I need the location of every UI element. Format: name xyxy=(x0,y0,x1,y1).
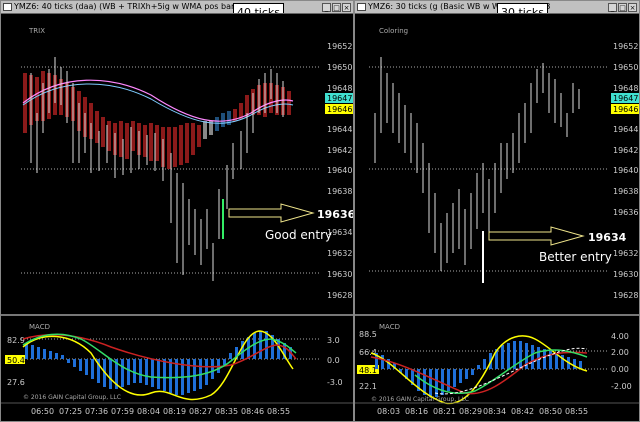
price-label: 19640 xyxy=(613,166,638,175)
price-bars xyxy=(374,57,580,271)
maximize-icon[interactable]: □ xyxy=(332,3,341,12)
right-chart-window[interactable]: YMZ6: 30 ticks (g (Basic WB w WMA hook) … xyxy=(354,0,640,422)
price-label: 19648 xyxy=(613,84,638,93)
time-label: 08:27 xyxy=(189,407,212,416)
macd-left-axis-label: 27.6 xyxy=(7,378,25,387)
macd-left-axis-label: 22.1 xyxy=(359,382,377,391)
time-label: 08:35 xyxy=(215,407,238,416)
chart-window-icon xyxy=(357,3,366,11)
price-label: 19628 xyxy=(327,291,352,300)
macd-left-axis-label: 50.4 xyxy=(7,356,25,365)
left-chart-canvas[interactable]: TRIX 19652 19650 19648 19646 19644 19642… xyxy=(1,13,354,422)
macd-left-axis-label: 82.9 xyxy=(7,336,25,345)
right-annotation: Better entry xyxy=(539,250,612,264)
price-label: 19642 xyxy=(613,146,638,155)
price-label: 19650 xyxy=(327,63,352,72)
macd-left-axis-label: 66.4 xyxy=(359,348,377,357)
macd-white-line xyxy=(434,347,588,395)
price-label: 19632 xyxy=(327,249,352,258)
time-label: 07:36 xyxy=(85,407,108,416)
price-label: 19650 xyxy=(613,63,638,72)
left-macd-label: MACD xyxy=(29,323,50,331)
macd-right-axis-label: 4.00 xyxy=(611,332,629,341)
price-label: 19652 xyxy=(613,42,638,51)
price-label: 19638 xyxy=(613,187,638,196)
price-label: 19632 xyxy=(613,249,638,258)
time-label: 08:50 xyxy=(539,407,562,416)
time-label: 08:19 xyxy=(163,407,186,416)
right-main-label: Coloring xyxy=(379,27,408,35)
macd-signal-red xyxy=(370,351,588,395)
time-label: 08:21 xyxy=(433,407,456,416)
trix-neutral-bars xyxy=(203,121,213,139)
price-label: 19628 xyxy=(613,291,638,300)
time-label: 08:29 xyxy=(459,407,482,416)
time-label: 08:46 xyxy=(241,407,264,416)
left-window-title: YMZ6: 40 ticks (daa) (WB + TRIXh+5ig w W… xyxy=(14,2,255,11)
right-big-price: 19634 xyxy=(588,231,627,244)
price-label: 19642 xyxy=(327,146,352,155)
macd-right-axis-label: -3.0 xyxy=(327,378,343,387)
left-annotation: Good entry xyxy=(265,228,332,242)
time-label: 08:03 xyxy=(377,407,400,416)
price-tag-cyan-label: 19647 xyxy=(613,94,638,103)
price-label: 19636 xyxy=(613,208,638,217)
right-copyright: © 2016 GAIN Capital Group, LLC xyxy=(371,396,469,403)
price-label: 19648 xyxy=(327,84,352,93)
right-macd-label: MACD xyxy=(379,323,400,331)
macd-right-axis-label: 0.0 xyxy=(327,356,340,365)
macd-right-axis-label: 0.00 xyxy=(611,365,629,374)
close-icon[interactable]: × xyxy=(628,3,637,12)
time-label: 07:25 xyxy=(59,407,82,416)
left-big-price: 19636 xyxy=(317,208,354,221)
macd-right-axis-label: -2.00 xyxy=(611,382,632,391)
trix-bars xyxy=(23,71,291,169)
macd-histogram xyxy=(25,331,292,395)
entry-arrow xyxy=(488,226,585,246)
price-tag-yellow-label: 19646 xyxy=(327,105,352,114)
time-label: 08:55 xyxy=(565,407,588,416)
minimize-icon[interactable]: _ xyxy=(608,3,617,12)
macd-right-axis-label: 2.00 xyxy=(611,348,629,357)
chart-window-icon xyxy=(3,3,12,11)
minimize-icon[interactable]: _ xyxy=(322,3,331,12)
price-label: 19640 xyxy=(327,166,352,175)
time-label: 06:50 xyxy=(31,407,54,416)
time-label: 08:55 xyxy=(267,407,290,416)
price-label: 19644 xyxy=(613,125,638,134)
macd-left-axis-label: 48.1 xyxy=(359,366,377,375)
left-price-axis: 19652 19650 19648 19646 19644 19642 1964… xyxy=(327,42,352,300)
price-tag-cyan-label: 19647 xyxy=(327,94,352,103)
price-label: 19652 xyxy=(327,42,352,51)
left-copyright: © 2016 GAIN Capital Group, LLC xyxy=(23,394,121,401)
right-price-axis: 19652 19650 19648 19644 19642 19640 1963… xyxy=(613,42,638,300)
macd-left-axis-label: 88.5 xyxy=(359,330,377,339)
maximize-icon[interactable]: □ xyxy=(618,3,627,12)
price-label: 19630 xyxy=(327,270,352,279)
left-chart-window[interactable]: YMZ6: 40 ticks (daa) (WB + TRIXh+5ig w W… xyxy=(0,0,354,422)
time-label: 08:04 xyxy=(137,407,160,416)
price-label: 19638 xyxy=(327,187,352,196)
time-label: 08:34 xyxy=(483,407,506,416)
left-time-axis: 06:50 07:25 07:36 07:59 08:04 08:19 08:2… xyxy=(31,407,290,416)
price-label: 19630 xyxy=(613,270,638,279)
price-label: 19644 xyxy=(327,125,352,134)
time-label: 07:59 xyxy=(111,407,134,416)
time-label: 08:16 xyxy=(405,407,428,416)
close-icon[interactable]: × xyxy=(342,3,351,12)
macd-right-axis-label: 3.0 xyxy=(327,336,340,345)
price-tag-yellow-label: 19646 xyxy=(613,105,638,114)
right-chart-canvas[interactable]: Coloring 19652 19650 19648 19644 19642 1… xyxy=(355,13,640,422)
left-main-label: TRIX xyxy=(28,27,45,35)
entry-arrow xyxy=(228,203,315,223)
time-label: 08:42 xyxy=(511,407,534,416)
right-time-axis: 08:03 08:16 08:21 08:29 08:34 08:42 08:5… xyxy=(377,407,588,416)
